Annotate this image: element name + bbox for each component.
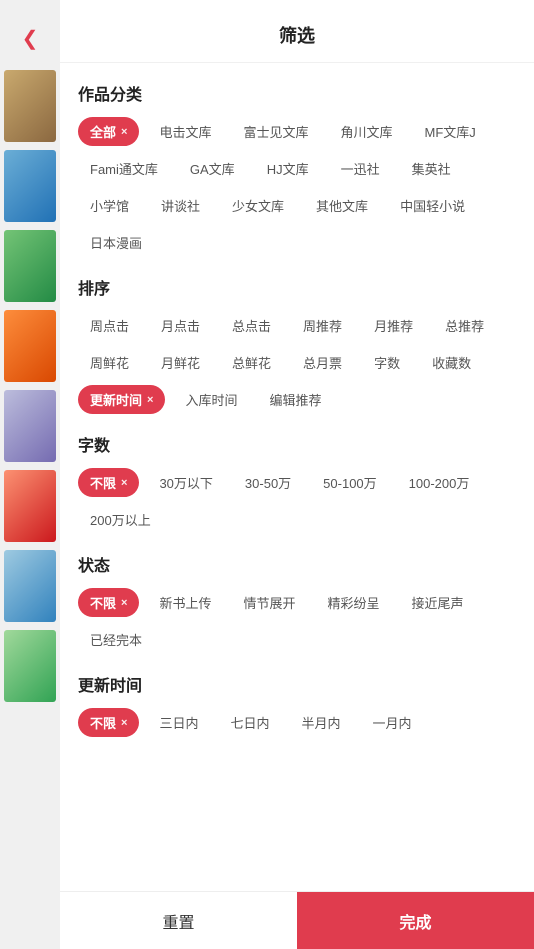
sort-tag-7[interactable]: 月鲜花: [149, 348, 212, 377]
category-tag-7[interactable]: HJ文库: [255, 154, 321, 183]
category-tag-5[interactable]: Fami通文库: [78, 154, 170, 183]
sort-tag-8[interactable]: 总鲜花: [220, 348, 283, 377]
category-title: 作品分类: [78, 81, 516, 105]
book-thumbnails: [0, 70, 60, 710]
done-button[interactable]: 完成: [297, 892, 534, 949]
update-time-tag-2[interactable]: 七日内: [218, 708, 281, 737]
wordcount-tag-4[interactable]: 100-200万: [397, 468, 482, 497]
status-title: 状态: [78, 552, 516, 576]
category-tag-6[interactable]: GA文库: [178, 154, 247, 183]
sort-tag-3[interactable]: 周推荐: [291, 311, 354, 340]
sort-tag-9[interactable]: 总月票: [291, 348, 354, 377]
category-tag-13[interactable]: 其他文库: [304, 191, 380, 220]
update-time-tags: 不限× 三日内七日内半月内一月内: [78, 708, 516, 737]
category-section: 作品分类 全部× 电击文库富士见文库角川文库 MF文库J Fami通文库 GA文库 HJ文…: [78, 81, 516, 257]
reset-button[interactable]: 重置: [60, 892, 297, 949]
close-icon: ×: [121, 717, 127, 729]
close-icon: ×: [121, 477, 127, 489]
panel-body: 作品分类 全部× 电击文库富士见文库角川文库 MF文库J Fami通文库 GA文库 HJ文…: [60, 63, 534, 891]
sort-tag-1[interactable]: 月点击: [149, 311, 212, 340]
status-tag-2[interactable]: 情节展开: [231, 588, 307, 617]
category-tag-3[interactable]: 角川文库: [328, 117, 404, 146]
sort-tag-4[interactable]: 月推荐: [362, 311, 425, 340]
close-icon: ×: [147, 394, 153, 406]
book-thumb-6: [4, 470, 56, 542]
wordcount-tag-2[interactable]: 30-50万: [233, 468, 303, 497]
back-button[interactable]: ❮: [12, 20, 48, 56]
sort-tag-13[interactable]: 入库时间: [173, 385, 249, 414]
category-tags: 全部× 电击文库富士见文库角川文库 MF文库J Fami通文库 GA文库 HJ文库一迅社集…: [78, 117, 516, 257]
sort-title: 排序: [78, 275, 516, 299]
status-tag-3[interactable]: 精彩纷呈: [315, 588, 391, 617]
book-thumb-5: [4, 390, 56, 462]
update-time-tag-3[interactable]: 半月内: [289, 708, 352, 737]
status-tag-0[interactable]: 不限×: [78, 588, 139, 617]
panel-footer: 重置 完成: [60, 891, 534, 949]
book-thumb-3: [4, 230, 56, 302]
update-time-tag-4[interactable]: 一月内: [361, 708, 424, 737]
sort-tag-11[interactable]: 收藏数: [420, 348, 483, 377]
category-tag-4[interactable]: MF文库J: [413, 117, 488, 146]
sort-tag-6[interactable]: 周鲜花: [78, 348, 141, 377]
category-tag-1[interactable]: 电击文库: [147, 117, 223, 146]
status-tag-5[interactable]: 已经完本: [78, 625, 154, 654]
wordcount-tag-1[interactable]: 30万以下: [147, 468, 224, 497]
book-thumb-2: [4, 150, 56, 222]
category-tag-2[interactable]: 富士见文库: [231, 117, 320, 146]
panel-title: 筛选: [60, 0, 534, 63]
book-thumb-4: [4, 310, 56, 382]
status-tag-4[interactable]: 接近尾声: [400, 588, 476, 617]
sort-tag-10[interactable]: 字数: [362, 348, 412, 377]
update-time-title: 更新时间: [78, 672, 516, 696]
book-thumb-8: [4, 630, 56, 702]
update-time-tag-1[interactable]: 三日内: [147, 708, 210, 737]
wordcount-section: 字数 不限× 30万以下 30-50万 50-100万 100-200万 200万以上: [78, 432, 516, 534]
sort-tag-12[interactable]: 更新时间×: [78, 385, 165, 414]
update-time-tag-0[interactable]: 不限×: [78, 708, 139, 737]
update-time-section: 更新时间 不限× 三日内七日内半月内一月内: [78, 672, 516, 737]
wordcount-tag-3[interactable]: 50-100万: [311, 468, 388, 497]
category-tag-15[interactable]: 日本漫画: [78, 228, 154, 257]
category-tag-14[interactable]: 中国轻小说: [388, 191, 477, 220]
category-tag-12[interactable]: 少女文库: [220, 191, 296, 220]
close-icon: ×: [121, 597, 127, 609]
wordcount-tags: 不限× 30万以下 30-50万 50-100万 100-200万 200万以上: [78, 468, 516, 534]
sort-tags: 周点击月点击总点击周推荐月推荐总推荐周鲜花月鲜花总鲜花总月票字数收藏数更新时间×…: [78, 311, 516, 414]
filter-panel: 筛选 作品分类 全部× 电击文库富士见文库角川文库 MF文库J Fami通文库 GA文库…: [60, 0, 534, 949]
sort-tag-5[interactable]: 总推荐: [433, 311, 496, 340]
sort-tag-2[interactable]: 总点击: [220, 311, 283, 340]
book-thumb-7: [4, 550, 56, 622]
category-tag-11[interactable]: 讲谈社: [149, 191, 212, 220]
status-tags: 不限× 新书上传情节展开精彩纷呈接近尾声已经完本: [78, 588, 516, 654]
category-tag-0[interactable]: 全部×: [78, 117, 139, 146]
book-thumb-1: [4, 70, 56, 142]
close-icon: ×: [121, 126, 127, 138]
category-tag-8[interactable]: 一迅社: [329, 154, 392, 183]
wordcount-title: 字数: [78, 432, 516, 456]
wordcount-tag-5[interactable]: 200万以上: [78, 505, 163, 534]
status-tag-1[interactable]: 新书上传: [147, 588, 223, 617]
sort-tag-14[interactable]: 编辑推荐: [257, 385, 333, 414]
category-tag-10[interactable]: 小学馆: [78, 191, 141, 220]
sort-tag-0[interactable]: 周点击: [78, 311, 141, 340]
wordcount-tag-0[interactable]: 不限×: [78, 468, 139, 497]
category-tag-9[interactable]: 集英社: [400, 154, 463, 183]
back-icon: ❮: [22, 26, 39, 51]
status-section: 状态 不限× 新书上传情节展开精彩纷呈接近尾声已经完本: [78, 552, 516, 654]
sort-section: 排序 周点击月点击总点击周推荐月推荐总推荐周鲜花月鲜花总鲜花总月票字数收藏数更新…: [78, 275, 516, 414]
